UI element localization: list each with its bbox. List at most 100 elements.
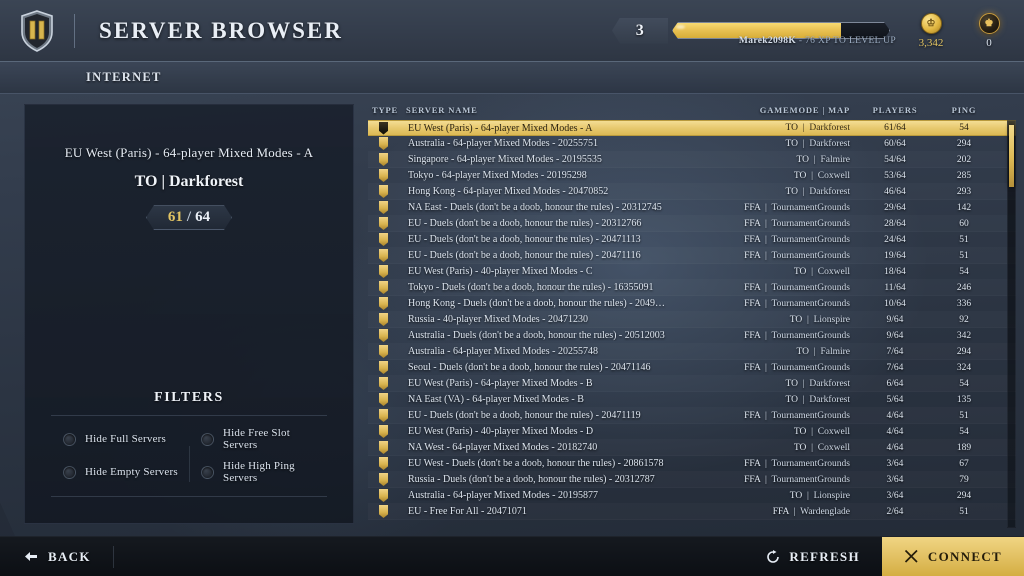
detail-server-name: EU West (Paris) - 64-player Mixed Modes … [64,145,314,160]
server-row[interactable]: Hong Kong - Duels (don't be a doob, hono… [368,296,1016,312]
filters-grid: Hide Full Servers Hide Free Slot Servers… [51,416,327,496]
server-row[interactable]: EU - Duels (don't be a doob, honour the … [368,248,1016,264]
server-row-ping-cell: 293 [956,186,972,197]
column-header-players[interactable]: PLAYERS [858,105,932,115]
server-row-players-cell: 3/64 [886,474,904,485]
server-row-gamemode-map-cell: TO | Lionspire [789,314,850,325]
server-list-body: EU West (Paris) - 64-player Mixed Modes … [368,120,1016,528]
server-row-ping-cell: 294 [956,490,972,501]
server-row[interactable]: EU West - Duels (don't be a doob, honour… [368,456,1016,472]
server-row-gamemode-map-cell: TO | Coxwell [793,266,850,277]
server-row-name-cell: Hong Kong - Duels (don't be a doob, hono… [408,298,668,309]
server-row[interactable]: EU - Duels (don't be a doob, honour the … [368,216,1016,232]
xp-to-level-text: 76 XP TO LEVEL UP [805,36,896,46]
filter-label: Hide Empty Servers [85,466,178,478]
filter-checkbox[interactable] [201,432,214,446]
server-row-players-cell: 60/64 [884,138,906,149]
page-title: SERVER BROWSER [99,17,343,43]
server-row[interactable]: EU West (Paris) - 64-player Mixed Modes … [368,120,1016,136]
server-row[interactable]: Seoul - Duels (don't be a doob, honour t… [368,360,1016,376]
refresh-button[interactable]: REFRESH [744,537,882,576]
server-banner-icon [379,393,388,406]
server-row[interactable]: Hong Kong - 64-player Mixed Modes - 2047… [368,184,1016,200]
filter-checkbox[interactable] [63,432,76,446]
server-row-ping-cell: 294 [956,346,972,357]
scrollbar-thumb[interactable] [1009,125,1014,187]
server-row[interactable]: EU West (Paris) - 64-player Mixed Modes … [368,376,1016,392]
server-row[interactable]: Singapore - 64-player Mixed Modes - 2019… [368,152,1016,168]
detail-players-max: 64 [195,209,211,225]
server-row-ping-cell: 189 [956,442,972,453]
server-banner-icon [379,185,388,198]
server-row[interactable]: Russia - 40-player Mixed Modes - 2047123… [368,312,1016,328]
server-banner-icon [379,137,388,150]
server-row-gamemode-map-cell: TO | Falmire [796,346,850,357]
column-header-server-name[interactable]: SERVER NAME [406,105,668,115]
gold-value: 3,342 [918,36,944,49]
refresh-label: REFRESH [789,548,860,564]
server-row[interactable]: NA East (VA) - 64-player Mixed Modes - B… [368,392,1016,408]
server-row[interactable]: Tokyo - 64-player Mixed Modes - 20195298… [368,168,1016,184]
server-row-gamemode-map-cell: FFA | TournamentGrounds [744,234,850,245]
server-row-gamemode-map-cell: FFA | TournamentGrounds [744,410,850,421]
filter-checkbox[interactable] [63,465,76,479]
server-row-type-cell [372,377,406,390]
crown-currency: ♚ 0 [968,12,1010,49]
server-row-gamemode-map-cell: TO | Darkforest [785,123,850,133]
server-row-name-cell: Russia - Duels (don't be a doob, honour … [408,474,655,485]
server-row-players-cell: 7/64 [886,346,904,357]
filter-hide-free-slot-servers[interactable]: Hide Free Slot Servers [189,427,327,451]
column-header-ping[interactable]: PING [932,105,996,115]
server-row[interactable]: NA East - Duels (don't be a doob, honour… [368,200,1016,216]
footer-divider [112,545,114,568]
connect-button[interactable]: CONNECT [881,537,1024,576]
server-banner-icon [379,457,388,470]
crossed-swords-icon [904,549,919,564]
server-row[interactable]: Australia - 64-player Mixed Modes - 2019… [368,488,1016,504]
server-row-gamemode-map-cell: FFA | TournamentGrounds [744,298,850,309]
server-list-scrollbar[interactable] [1007,120,1016,528]
server-row-type-cell [372,297,406,310]
server-row-type-cell [372,505,406,518]
back-button[interactable]: BACK [0,537,91,576]
column-header-type[interactable]: TYPE [372,105,406,115]
server-banner-icon [379,153,388,166]
server-row-gamemode-map-cell: FFA | TournamentGrounds [744,282,850,293]
server-row-players-cell: 61/64 [884,123,906,133]
server-banner-icon [379,201,388,214]
server-row-type-cell [372,281,406,294]
sub-navigation-bar: INTERNET [0,62,1024,94]
server-row[interactable]: NA West - 64-player Mixed Modes - 201827… [368,440,1016,456]
player-xp-caption: Marek2098K - 76 XP TO LEVEL UP [739,36,896,46]
server-row[interactable]: Tokyo - Duels (don't be a doob, honour t… [368,280,1016,296]
server-banner-icon [379,425,388,438]
server-banner-icon [379,233,388,246]
server-row[interactable]: EU West (Paris) - 40-player Mixed Modes … [368,264,1016,280]
server-row[interactable]: EU - Free For All - 20471071 FFA | Warden… [368,504,1016,520]
server-row-type-cell [372,473,406,486]
filter-hide-empty-servers[interactable]: Hide Empty Servers [51,460,189,484]
server-row[interactable]: EU - Duels (don't be a doob, honour the … [368,408,1016,424]
server-row[interactable]: Australia - 64-player Mixed Modes - 2025… [368,344,1016,360]
server-row-name-cell: EU - Free For All - 20471071 [408,506,527,517]
server-row[interactable]: Australia - Duels (don't be a doob, hono… [368,328,1016,344]
server-row[interactable]: Russia - Duels (don't be a doob, honour … [368,472,1016,488]
server-row[interactable]: EU - Duels (don't be a doob, honour the … [368,232,1016,248]
filters-section: FILTERS Hide Full Servers Hide Free Slot… [25,390,353,497]
server-row[interactable]: EU West (Paris) - 40-player Mixed Modes … [368,424,1016,440]
server-banner-icon [379,377,388,390]
server-row-name-cell: Hong Kong - 64-player Mixed Modes - 2047… [408,186,609,197]
filter-hide-full-servers[interactable]: Hide Full Servers [51,427,189,451]
column-header-gamemode-map[interactable]: GAMEMODE | MAP [668,105,858,115]
top-header-bar: SERVER BROWSER 3 ♔ 3,342 ♚ 0 Marek2098K … [0,0,1024,62]
filter-hide-high-ping-servers[interactable]: Hide High Ping Servers [189,460,327,484]
server-row-ping-cell: 54 [959,266,969,277]
detail-players-slash: / [186,209,192,225]
filter-checkbox[interactable] [201,465,214,479]
server-row-ping-cell: 51 [959,506,969,517]
server-banner-icon [379,169,388,182]
server-list: TYPE SERVER NAME GAMEMODE | MAP PLAYERS … [368,100,1016,528]
tab-internet[interactable]: INTERNET [86,70,162,85]
server-row-ping-cell: 135 [956,394,972,405]
server-row[interactable]: Australia - 64-player Mixed Modes - 2025… [368,136,1016,152]
